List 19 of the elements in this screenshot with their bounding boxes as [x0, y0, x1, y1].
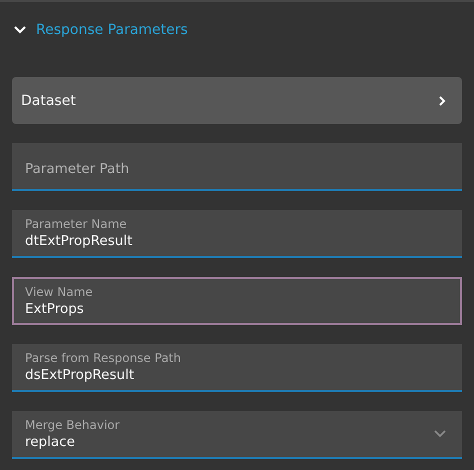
- chevron-right-icon: [439, 96, 446, 106]
- field-value: dtExtPropResult: [25, 232, 134, 251]
- input-field[interactable]: Parameter Name dtExtPropResult: [12, 210, 462, 258]
- field-label: Merge Behavior: [25, 418, 121, 432]
- field-value: replace: [25, 433, 76, 452]
- input-field[interactable]: Parameter Path: [12, 143, 462, 191]
- input-field[interactable]: Parse from Response Path dsExtPropResult: [12, 344, 462, 392]
- field-value: ExtProps: [25, 300, 85, 319]
- field-value: dsExtPropResult: [25, 366, 136, 385]
- chevron-down-icon[interactable]: [14, 26, 26, 34]
- field-placeholder: Parameter Path: [25, 160, 130, 179]
- field-label: View Name: [25, 285, 94, 299]
- dataset-button[interactable]: Dataset: [12, 77, 462, 124]
- field-label: Parameter Name: [25, 217, 128, 231]
- input-field[interactable]: View Name ExtProps: [12, 277, 462, 325]
- field-label: Parse from Response Path: [25, 351, 182, 365]
- section-title[interactable]: Response Parameters: [36, 22, 188, 38]
- chevron-down-icon: [434, 430, 446, 438]
- select-field[interactable]: Merge Behavior replace: [12, 411, 462, 459]
